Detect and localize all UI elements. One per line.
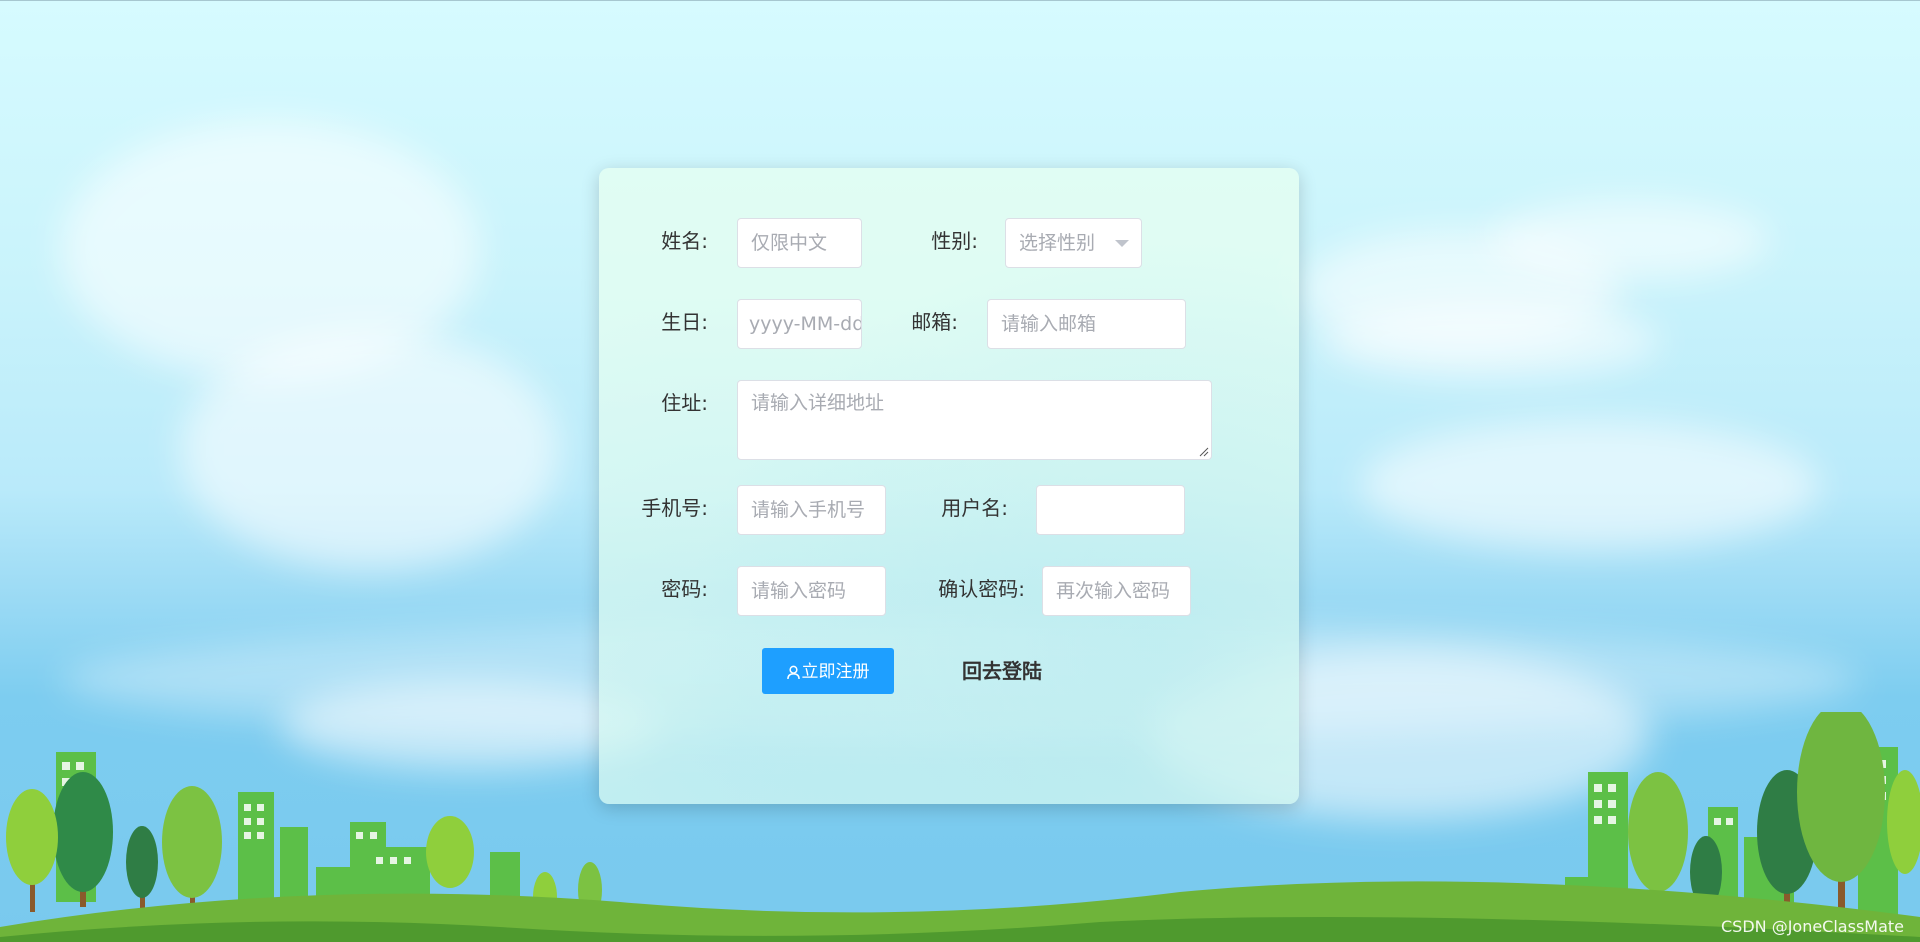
user-icon — [786, 665, 800, 680]
address-placeholder: 请输入详细地址 — [751, 392, 885, 414]
name-placeholder: 仅限中文 — [751, 232, 828, 254]
cloud — [1320, 300, 1660, 380]
confirm-password-input[interactable]: 再次输入密码 — [1042, 566, 1191, 616]
register-button[interactable]: 立即注册 — [762, 648, 894, 694]
birthday-input[interactable]: yyyy-MM-dd — [737, 299, 862, 349]
username-label: 用户名: — [941, 496, 1008, 520]
resize-grip-icon[interactable] — [1199, 447, 1209, 457]
phone-placeholder: 请输入手机号 — [751, 499, 866, 521]
watermark: CSDN @JoneClassMate — [1720, 917, 1904, 936]
email-label: 邮箱: — [911, 310, 958, 334]
password-input[interactable]: 请输入密码 — [737, 566, 886, 616]
birthday-label: 生日: — [661, 310, 708, 334]
gender-label: 性别: — [931, 229, 978, 253]
cloud — [1490, 200, 1770, 280]
username-input[interactable] — [1036, 485, 1185, 535]
name-input[interactable]: 仅限中文 — [737, 218, 862, 268]
password-label: 密码: — [661, 577, 708, 601]
back-to-login-link[interactable]: 回去登陆 — [962, 648, 1042, 694]
confirm-password-label: 确认密码: — [938, 577, 1025, 601]
register-button-label: 立即注册 — [801, 662, 870, 681]
name-label: 姓名: — [661, 229, 708, 253]
phone-input[interactable]: 请输入手机号 — [737, 485, 886, 535]
email-placeholder: 请输入邮箱 — [1001, 313, 1097, 335]
password-placeholder: 请输入密码 — [751, 580, 847, 602]
gender-selected: 选择性别 — [1019, 232, 1096, 254]
email-input[interactable]: 请输入邮箱 — [987, 299, 1186, 349]
address-label: 住址: — [661, 391, 708, 415]
page-background: CSDN @JoneClassMate 姓名: 仅限中文 性别: 选择性别 生日… — [0, 0, 1920, 942]
birthday-placeholder: yyyy-MM-dd — [749, 313, 862, 335]
gender-select[interactable]: 选择性别 — [1005, 218, 1142, 268]
chevron-down-icon — [1115, 240, 1129, 247]
address-textarea[interactable]: 请输入详细地址 — [737, 380, 1212, 460]
phone-label: 手机号: — [641, 496, 708, 520]
cloud — [1360, 420, 1820, 550]
top-border — [0, 0, 1920, 1]
cloud — [180, 330, 560, 570]
confirm-password-placeholder: 再次输入密码 — [1056, 580, 1171, 602]
